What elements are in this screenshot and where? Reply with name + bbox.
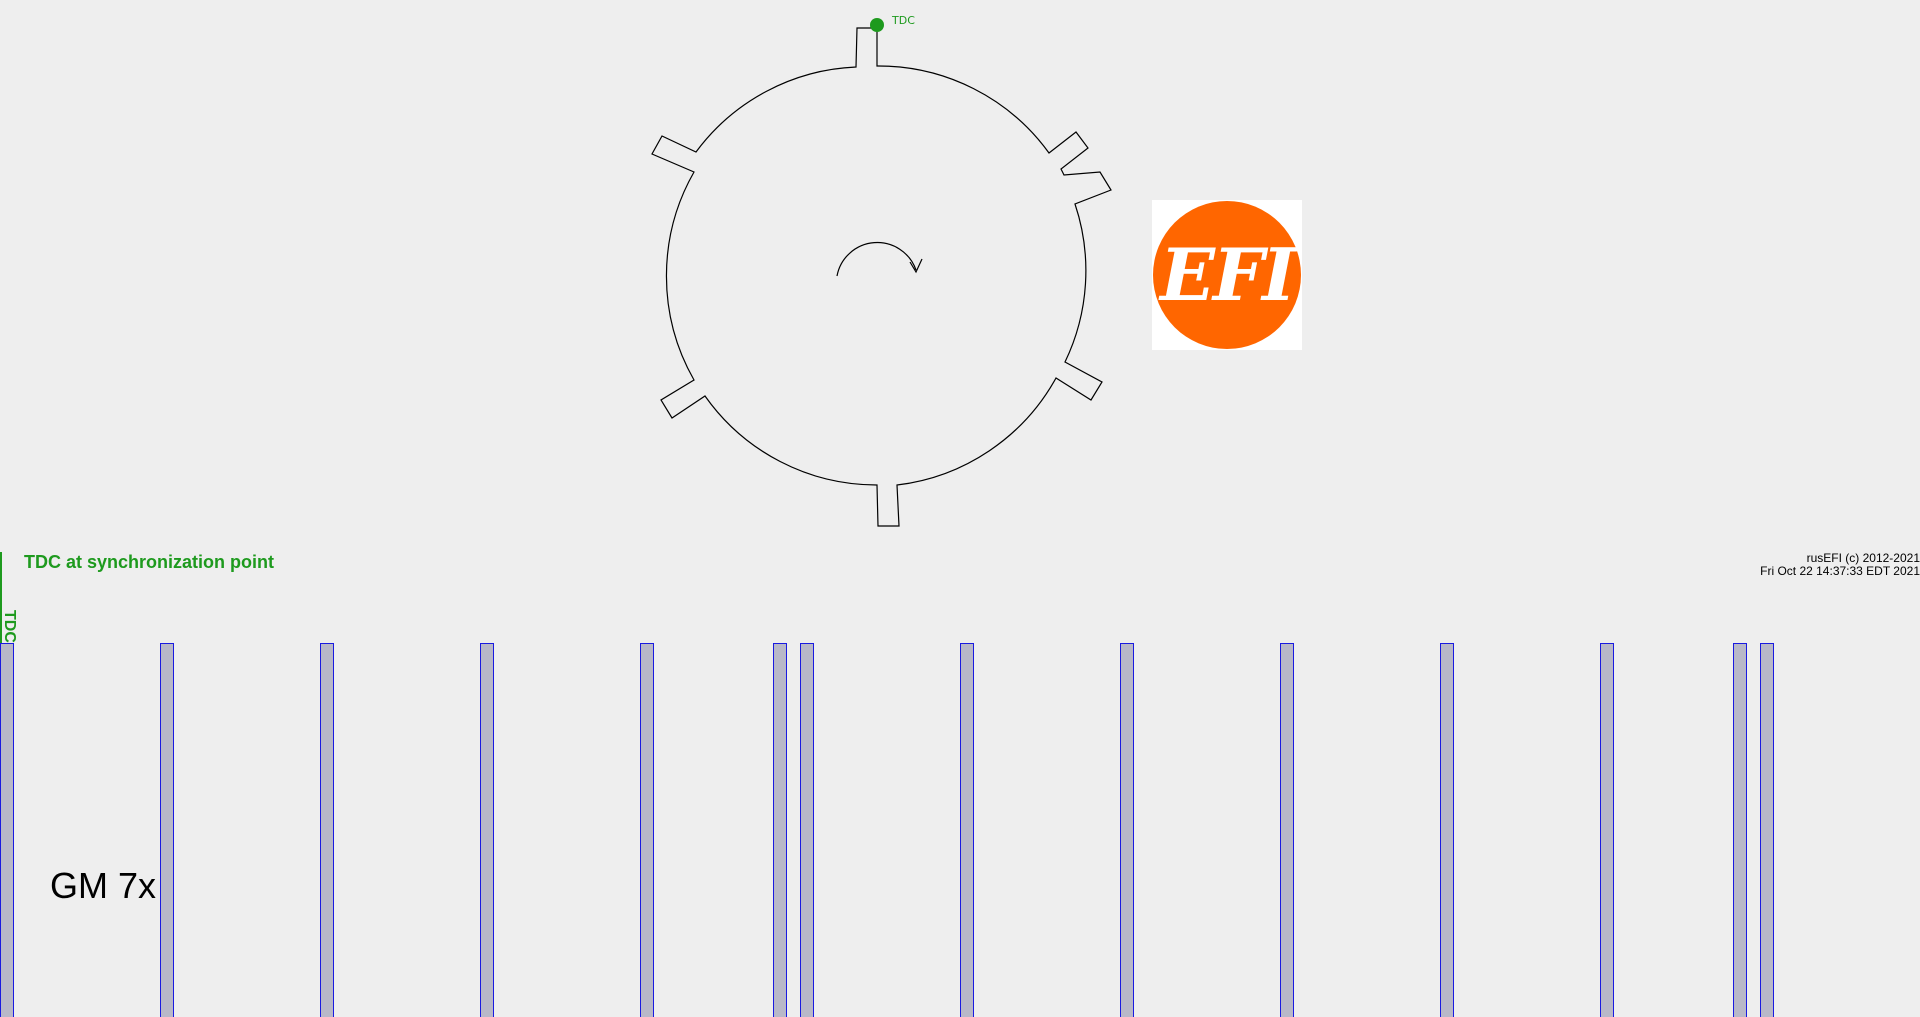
tooth-pulse <box>1440 643 1454 1017</box>
trigger-name: GM 7x <box>50 865 157 906</box>
tooth-pulse <box>1733 643 1747 1017</box>
tooth-pulse <box>160 643 174 1017</box>
tooth-signal-area <box>0 0 1920 1017</box>
tooth-pulse <box>960 643 974 1017</box>
tooth-pulse <box>0 643 14 1017</box>
tooth-pulse <box>480 643 494 1017</box>
tooth-pulse <box>1280 643 1294 1017</box>
tooth-pulse <box>640 643 654 1017</box>
tooth-pulse <box>320 643 334 1017</box>
tooth-pulse <box>800 643 814 1017</box>
tooth-pulse <box>1120 643 1134 1017</box>
tooth-pulse <box>1760 643 1774 1017</box>
tooth-pulse <box>1600 643 1614 1017</box>
tooth-pulse <box>773 643 787 1017</box>
